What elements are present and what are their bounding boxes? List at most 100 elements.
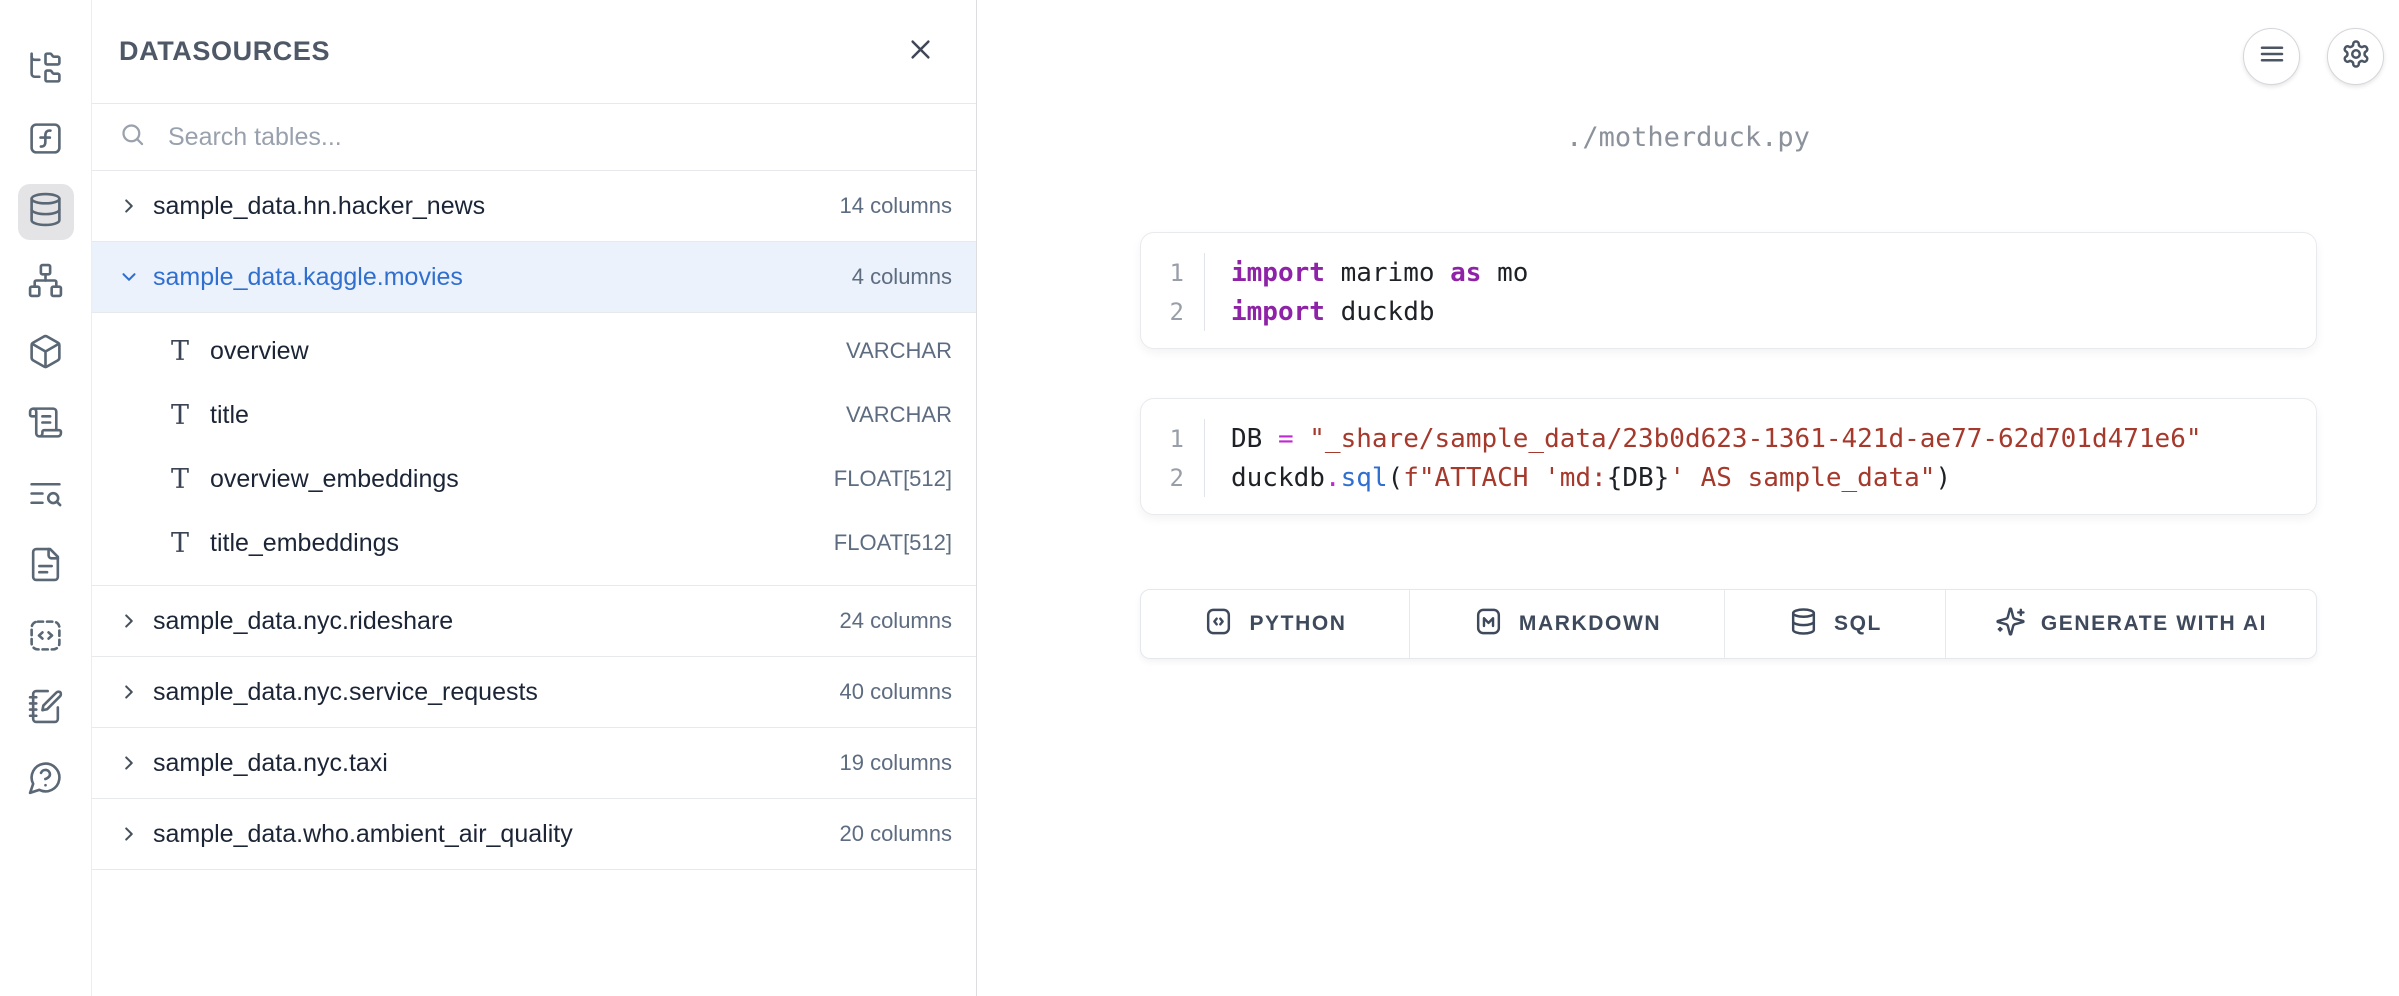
search-input[interactable] (168, 123, 956, 152)
database-icon (1788, 606, 1819, 642)
sidebar-item-scratchpad[interactable] (18, 681, 74, 737)
column-row[interactable]: T title VARCHAR (92, 383, 976, 447)
sidebar-item-variables[interactable] (18, 113, 74, 169)
notebook-filename[interactable]: ./motherduck.py (977, 122, 2399, 153)
table-column-count: 24 columns (839, 608, 952, 634)
column-type: FLOAT[512] (834, 466, 952, 492)
text-type-icon: T (166, 464, 194, 495)
column-row[interactable]: T overview_embeddings FLOAT[512] (92, 447, 976, 511)
database-icon (27, 191, 64, 233)
table-row[interactable]: sample_data.hn.hacker_news 14 columns (92, 171, 976, 242)
file-tree-icon (27, 49, 64, 91)
code-cell[interactable]: 1 import marimo as mo 2 import duckdb (1140, 232, 2317, 349)
gear-icon (2341, 39, 2371, 74)
sidebar-item-logs[interactable] (18, 397, 74, 453)
table-row[interactable]: sample_data.nyc.taxi 19 columns (92, 728, 976, 799)
add-markdown-cell-button[interactable]: MARKDOWN (1410, 590, 1725, 658)
sidebar-item-dependencies[interactable] (18, 255, 74, 311)
table-column-count: 40 columns (839, 679, 952, 705)
table-search (92, 104, 976, 171)
button-label: SQL (1834, 612, 1882, 636)
table-row[interactable]: sample_data.who.ambient_air_quality 20 c… (92, 799, 976, 870)
table-column-count: 4 columns (852, 264, 952, 290)
table-name: sample_data.hn.hacker_news (153, 192, 839, 221)
code-text: DB = "_share/sample_data/23b0d623-1361-4… (1205, 424, 2202, 454)
code-line: 2 import duckdb (1141, 292, 2316, 331)
code-line: 1 DB = "_share/sample_data/23b0d623-1361… (1141, 419, 2316, 458)
button-label: MARKDOWN (1519, 612, 1661, 636)
table-name: sample_data.who.ambient_air_quality (153, 820, 839, 849)
help-bubble-icon (27, 759, 64, 801)
chevron-right-icon (118, 195, 140, 217)
table-name: sample_data.nyc.rideshare (153, 607, 839, 636)
settings-button[interactable] (2327, 28, 2384, 85)
table-name: sample_data.kaggle.movies (153, 263, 852, 292)
table-name: sample_data.nyc.service_requests (153, 678, 839, 707)
close-panel-button[interactable] (902, 34, 938, 70)
add-python-cell-button[interactable]: PYTHON (1141, 590, 1410, 658)
add-cell-toolbar: PYTHON MARKDOWN SQL GENERATE WITH AI (1140, 589, 2317, 659)
search-icon (119, 121, 146, 153)
sidebar-item-packages[interactable] (18, 326, 74, 382)
code-cell[interactable]: 1 DB = "_share/sample_data/23b0d623-1361… (1140, 398, 2317, 515)
line-number: 1 (1141, 253, 1205, 292)
close-icon (907, 36, 934, 68)
function-square-icon (27, 120, 64, 162)
generate-with-ai-button[interactable]: GENERATE WITH AI (1946, 590, 2316, 658)
datasources-panel: DATASOURCES sample_data.hn.hacker_news 1… (92, 0, 977, 996)
sidebar-item-help[interactable] (18, 752, 74, 808)
sidebar-item-tracing[interactable] (18, 468, 74, 524)
line-number: 1 (1141, 419, 1205, 458)
text-type-icon: T (166, 336, 194, 367)
chevron-right-icon (118, 823, 140, 845)
table-column-count: 20 columns (839, 821, 952, 847)
column-name: title (210, 401, 846, 430)
text-type-icon: T (166, 400, 194, 431)
activity-bar (0, 0, 92, 996)
notebook-pen-icon (27, 688, 64, 730)
table-row-selected[interactable]: sample_data.kaggle.movies 4 columns (92, 242, 976, 313)
table-columns-list: T overview VARCHAR T title VARCHAR T ove… (92, 313, 976, 586)
datasources-header: DATASOURCES (92, 0, 976, 104)
sidebar-item-documentation[interactable] (18, 539, 74, 595)
line-number: 2 (1141, 292, 1205, 331)
box-icon (27, 333, 64, 375)
table-row[interactable]: sample_data.nyc.service_requests 40 colu… (92, 657, 976, 728)
table-row[interactable]: sample_data.nyc.rideshare 24 columns (92, 586, 976, 657)
sidebar-item-datasources[interactable] (18, 184, 74, 240)
column-type: FLOAT[512] (834, 530, 952, 556)
chevron-right-icon (118, 752, 140, 774)
chevron-right-icon (118, 610, 140, 632)
line-number: 2 (1141, 458, 1205, 497)
notebook-actions (2243, 28, 2384, 85)
table-column-count: 14 columns (839, 193, 952, 219)
sidebar-item-snippets[interactable] (18, 610, 74, 666)
table-name: sample_data.nyc.taxi (153, 749, 839, 778)
add-sql-cell-button[interactable]: SQL (1725, 590, 1946, 658)
document-icon (27, 546, 64, 588)
menu-button[interactable] (2243, 28, 2300, 85)
table-column-count: 19 columns (839, 750, 952, 776)
column-row[interactable]: T title_embeddings FLOAT[512] (92, 511, 976, 575)
list-search-icon (27, 475, 64, 517)
code-text: import marimo as mo (1205, 258, 1528, 288)
code-line: 1 import marimo as mo (1141, 253, 2316, 292)
chevron-right-icon (118, 681, 140, 703)
scroll-icon (27, 404, 64, 446)
column-row[interactable]: T overview VARCHAR (92, 319, 976, 383)
code-line: 2 duckdb.sql(f"ATTACH 'md:{DB}' AS sampl… (1141, 458, 2316, 497)
sparkles-icon (1995, 606, 2026, 642)
column-type: VARCHAR (846, 402, 952, 428)
sidebar-item-files[interactable] (18, 42, 74, 98)
button-label: PYTHON (1249, 612, 1346, 636)
network-icon (27, 262, 64, 304)
panel-title: DATASOURCES (119, 36, 330, 67)
code-text: import duckdb (1205, 297, 1435, 327)
column-type: VARCHAR (846, 338, 952, 364)
menu-icon (2257, 39, 2287, 74)
code-text: duckdb.sql(f"ATTACH 'md:{DB}' AS sample_… (1205, 463, 1951, 493)
column-name: overview (210, 337, 846, 366)
chevron-down-icon (118, 266, 140, 288)
column-name: title_embeddings (210, 529, 834, 558)
button-label: GENERATE WITH AI (2041, 612, 2267, 636)
